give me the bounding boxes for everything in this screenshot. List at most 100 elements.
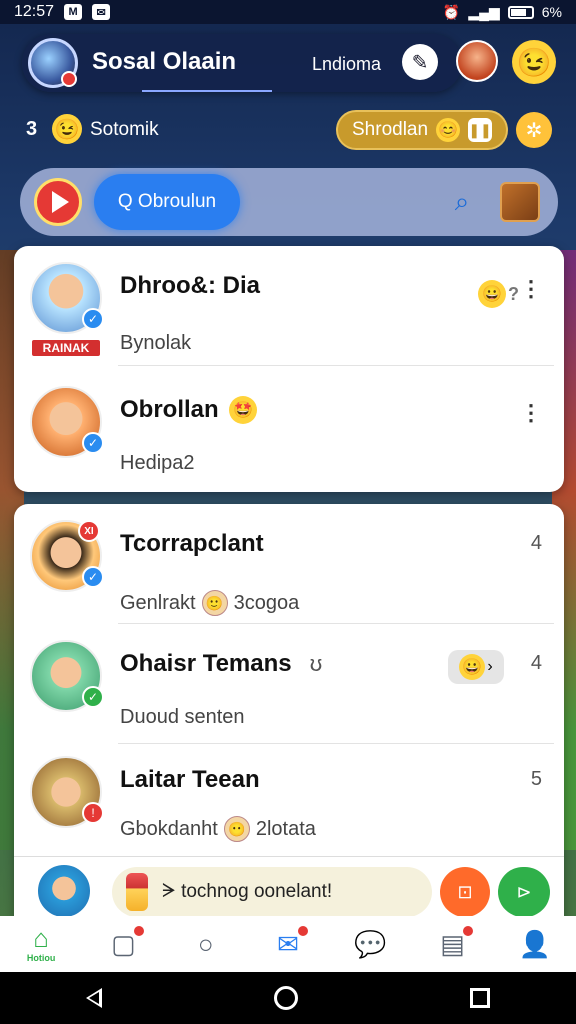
- message-input[interactable]: ᗒ tochnog oonelant!: [112, 867, 432, 917]
- compose-icon: ✎: [411, 51, 429, 74]
- message-composer: ᗒ tochnog oonelant! ⊡ ⊳: [14, 856, 564, 924]
- notes-icon: ▤: [440, 929, 465, 959]
- pause-icon: ❚❚: [468, 118, 493, 142]
- battery-percent: 6%: [541, 4, 562, 20]
- status-label[interactable]: Sotomik: [90, 119, 159, 141]
- reaction-emoji-icon: 😀: [478, 280, 506, 308]
- chat-name: Tcorrapclant: [120, 530, 264, 557]
- nav-stories[interactable]: ▢: [82, 916, 164, 972]
- nav-badge: [460, 924, 475, 938]
- message-notification-icon: ✉: [92, 4, 111, 20]
- recent-apps-icon[interactable]: [470, 988, 490, 1008]
- stories-icon: ▢: [111, 929, 136, 959]
- app-header: Sosal Olaain Lndioma ✎ 😉: [18, 34, 558, 96]
- chat-preview: Hedipa2: [120, 452, 195, 474]
- avatar-badge: [61, 71, 77, 87]
- verified-icon: ✓: [82, 566, 104, 588]
- nav-chat[interactable]: 💬: [329, 916, 411, 972]
- chat-bubble-icon: 💬: [354, 929, 387, 959]
- search-icon[interactable]: ⌕: [444, 184, 480, 220]
- chat-item[interactable]: ✓ Obrollan 🤩 Hedipa2 ⋮: [14, 370, 564, 490]
- chat-preview: Genlrakt 🙂 3cogoa: [120, 590, 299, 616]
- nav-badge: [131, 924, 146, 938]
- reaction-extra: ›: [487, 658, 493, 675]
- chat-card-pinned: ✓ RAINAK Dhroo&: Dia Bynolak 😀 ? ⋮ ✓ Obr…: [14, 246, 564, 492]
- chat-tag-badge: RAINAK: [30, 338, 102, 358]
- more-options-icon[interactable]: ⋮: [520, 400, 542, 426]
- back-icon[interactable]: [86, 988, 102, 1008]
- compose-button[interactable]: ✎: [402, 44, 438, 80]
- header-pill: Sosal Olaain Lndioma ✎: [22, 34, 462, 92]
- chat-reaction[interactable]: 😀 ?: [478, 278, 524, 310]
- status-emoji-icon[interactable]: 😉: [52, 114, 82, 144]
- chat-avatar: XI ✓: [30, 520, 104, 592]
- bottle-icon: [126, 873, 148, 911]
- alarm-icon: ⏰: [442, 3, 461, 20]
- chat-preview: Duoud senten: [120, 706, 245, 728]
- notification-icon: M: [64, 4, 83, 20]
- notification-icon: !: [82, 802, 104, 824]
- search-chip[interactable]: Q Obroulun: [94, 174, 240, 230]
- chat-name: Ohaisr Temans: [120, 650, 292, 677]
- home-icon: ⌂: [33, 923, 49, 953]
- chat-reaction[interactable]: 😀 ›: [448, 650, 504, 684]
- composer-avatar[interactable]: [36, 863, 92, 919]
- chat-item[interactable]: ! Laitar Teean Gbokdanht 😶 2lotata 5: [14, 740, 564, 860]
- divider: [118, 365, 554, 366]
- verified-icon: ✓: [82, 686, 104, 708]
- emoji-button[interactable]: 😉: [512, 40, 556, 84]
- header-underline: [142, 90, 272, 92]
- unread-count: 4: [530, 532, 542, 554]
- more-options-icon[interactable]: ⋮: [520, 276, 542, 302]
- header-link[interactable]: Lndioma: [312, 54, 381, 75]
- nav-badge: [296, 924, 311, 938]
- reaction-extra: ?: [508, 283, 519, 304]
- chat-item[interactable]: XI ✓ Tcorrapclant Genlrakt 🙂 3cogoa 4: [14, 504, 564, 624]
- send-button[interactable]: ⊳: [498, 867, 550, 917]
- nav-home[interactable]: ⌂ Hotiou: [0, 916, 82, 972]
- chat-avatar: ✓: [30, 640, 104, 712]
- status-row: 3 😉 Sotomik Shrodlan 😊 ❚❚ ✲: [20, 110, 556, 150]
- preview-emoji-icon: 🙂: [201, 590, 228, 616]
- nav-search[interactable]: ○: [165, 916, 247, 972]
- status-pill-emoji-icon: 😊: [436, 118, 461, 142]
- signal-icon: ▂▄▆: [468, 3, 500, 20]
- chat-avatar: ✓: [30, 262, 104, 334]
- gift-icon[interactable]: [500, 182, 540, 222]
- search-icon: ○: [197, 929, 214, 959]
- status-bar: 12:57 M ✉ ⏰ ▂▄▆ 6%: [0, 0, 576, 24]
- nav-notes[interactable]: ▤: [411, 916, 493, 972]
- settings-button[interactable]: ✲: [516, 112, 552, 148]
- chat-name: Obrollan: [120, 396, 219, 423]
- nav-home-label: Hotiou: [26, 953, 56, 963]
- bottom-navigation: ⌂ Hotiou ▢ ○ ✉ 💬 ▤ 👤: [0, 916, 576, 972]
- play-icon: [51, 191, 69, 213]
- star-struck-emoji-icon: 🤩: [229, 396, 257, 424]
- chat-preview: Bynolak: [120, 332, 192, 354]
- chat-item[interactable]: ✓ Ohaisr Temans ʊ Duoud senten 😀 › 4: [14, 624, 564, 744]
- user-avatar[interactable]: [456, 40, 498, 82]
- app-title: Sosal Olaain: [92, 48, 237, 75]
- status-pill-button[interactable]: Shrodlan 😊 ❚❚: [336, 110, 508, 150]
- media-button[interactable]: ⊡: [440, 867, 490, 917]
- verified-icon: ✓: [82, 308, 104, 330]
- nav-profile[interactable]: 👤: [494, 916, 576, 972]
- nav-messages[interactable]: ✉: [247, 916, 329, 972]
- battery-icon: [507, 5, 534, 19]
- messages-icon: ✉: [277, 929, 299, 959]
- preview-emoji-icon: 😶: [223, 816, 250, 842]
- chat-item[interactable]: ✓ RAINAK Dhroo&: Dia Bynolak 😀 ? ⋮: [14, 246, 564, 366]
- chat-avatar: ✓: [30, 386, 104, 458]
- unread-count: 5: [530, 768, 542, 790]
- status-time: 12:57: [14, 3, 55, 20]
- search-bar: Q Obroulun ⌕: [20, 168, 558, 236]
- chat-name: Laitar Teean: [120, 766, 260, 793]
- verified-icon: ✓: [82, 432, 104, 454]
- chat-preview: Gbokdanht 😶 2lotata: [120, 816, 316, 842]
- play-button[interactable]: [34, 178, 82, 226]
- profile-icon: 👤: [518, 929, 552, 959]
- chat-name: Dhroo&: Dia: [120, 272, 260, 299]
- home-circle-icon[interactable]: [274, 986, 298, 1010]
- unread-count: 4: [530, 652, 542, 674]
- app-avatar[interactable]: [28, 38, 78, 88]
